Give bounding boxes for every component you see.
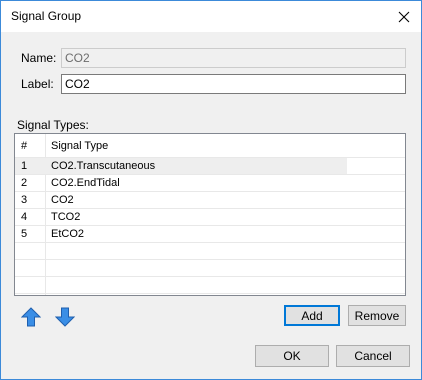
move-up-button[interactable]	[20, 306, 42, 328]
signal-types-grid[interactable]: # Signal Type 1 CO2.Transcutaneous 2 CO2…	[14, 133, 406, 296]
column-header-number[interactable]: #	[21, 134, 27, 158]
table-row[interactable]: 3 CO2	[15, 192, 405, 209]
row-signal-type: TCO2	[51, 211, 81, 223]
title-bar[interactable]: Signal Group	[1, 1, 421, 32]
table-row[interactable]: 5 EtCO2	[15, 226, 405, 243]
table-row[interactable]: 2 CO2.EndTidal	[15, 175, 405, 192]
grid-header-row: # Signal Type	[15, 134, 405, 158]
row-signal-type: CO2.Transcutaneous	[51, 160, 156, 172]
row-number: 3	[21, 194, 28, 206]
row-signal-type: CO2.EndTidal	[51, 177, 120, 189]
row-signal-type: CO2	[51, 194, 74, 206]
cancel-button[interactable]: Cancel	[336, 345, 410, 367]
row-number: 5	[21, 228, 28, 240]
table-row[interactable]: 1 CO2.Transcutaneous	[15, 158, 405, 175]
close-icon	[398, 11, 410, 22]
signal-group-dialog: Signal Group Name: Label: Signal Types: …	[0, 0, 422, 380]
label-field[interactable]	[61, 74, 406, 94]
empty-row	[15, 277, 405, 294]
row-number: 2	[21, 177, 28, 189]
dialog-title: Signal Group	[11, 9, 82, 23]
empty-row	[15, 260, 405, 277]
row-number: 1	[21, 160, 28, 172]
signal-types-label: Signal Types:	[17, 118, 89, 132]
column-header-signal-type[interactable]: Signal Type	[51, 134, 108, 158]
name-label: Name:	[21, 51, 57, 65]
arrow-down-icon	[55, 307, 75, 327]
remove-button[interactable]: Remove	[348, 305, 406, 326]
arrow-up-icon	[21, 307, 41, 327]
move-down-button[interactable]	[54, 306, 76, 328]
row-number: 4	[21, 211, 28, 223]
add-button[interactable]: Add	[284, 305, 340, 326]
close-button[interactable]	[387, 1, 421, 32]
empty-row	[15, 243, 405, 260]
label-label: Label:	[21, 77, 54, 91]
table-row[interactable]: 4 TCO2	[15, 209, 405, 226]
ok-button[interactable]: OK	[255, 345, 329, 367]
name-field	[61, 48, 406, 68]
row-signal-type: EtCO2	[51, 228, 85, 240]
